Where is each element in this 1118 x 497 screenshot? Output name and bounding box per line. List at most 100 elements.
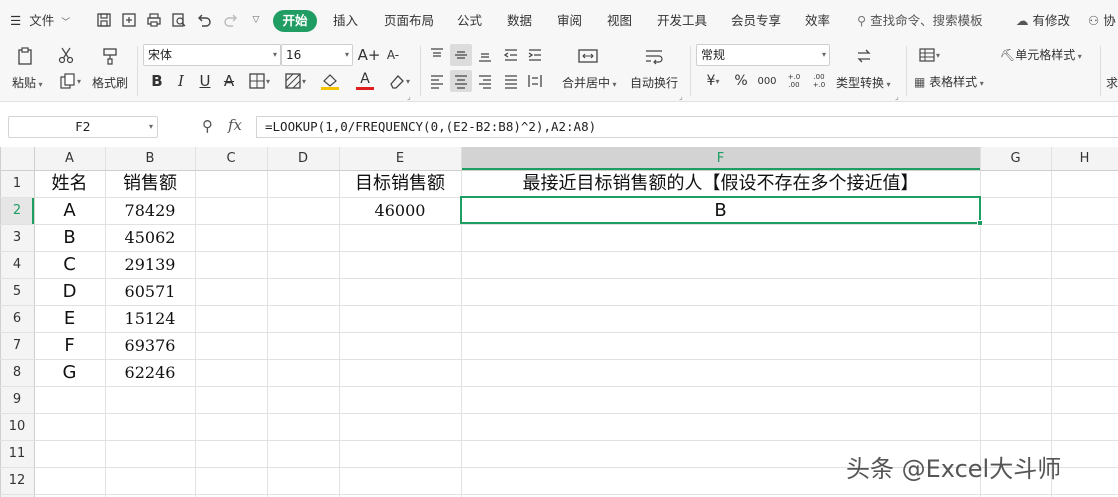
currency-button[interactable]: ¥ ▾	[700, 70, 726, 92]
grow-font-button[interactable]: A+	[358, 44, 381, 66]
cell-a5[interactable]: D	[34, 278, 105, 305]
paste-button[interactable]: 粘贴 ▾	[12, 74, 43, 91]
align-right-icon[interactable]	[474, 70, 496, 92]
wrap-text-button[interactable]: 自动换行	[630, 74, 678, 91]
font-size-select[interactable]: 16 ▾	[281, 44, 353, 66]
alignment-dialog-launcher-icon[interactable]: ⌟	[679, 92, 683, 101]
cell-b1[interactable]: 销售额	[105, 170, 195, 197]
file-menu[interactable]: ☰ 文件 ﹀	[10, 10, 70, 32]
number-dialog-launcher-icon[interactable]: ⌟	[895, 92, 899, 101]
tab-view[interactable]: 视图	[607, 10, 632, 32]
cell-a3[interactable]: B	[34, 224, 105, 251]
cell-e2[interactable]: 46000	[339, 197, 461, 224]
font-color-button[interactable]: A	[350, 70, 380, 92]
column-header-a[interactable]: A	[34, 147, 105, 170]
row-header-8[interactable]: 8	[0, 359, 34, 386]
row-header-7[interactable]: 7	[0, 332, 34, 359]
align-bottom-icon[interactable]	[474, 44, 496, 66]
row-header-1[interactable]: 1	[0, 170, 34, 197]
bold-button[interactable]: B	[148, 70, 166, 92]
copy-icon[interactable]: ▾	[55, 70, 85, 92]
underline-button[interactable]: U	[196, 70, 214, 92]
strikethrough-button[interactable]: A	[220, 70, 238, 92]
tab-formulas[interactable]: 公式	[457, 10, 482, 32]
borders-icon[interactable]: ▾	[244, 70, 274, 92]
row-header-10[interactable]: 10	[0, 413, 34, 440]
tab-developer[interactable]: 开发工具	[657, 10, 707, 32]
fill-handle[interactable]	[977, 220, 983, 226]
column-header-g[interactable]: G	[980, 147, 1051, 170]
table-style-button[interactable]: ▦ 表格样式 ▾	[914, 73, 984, 90]
row-header-9[interactable]: 9	[0, 386, 34, 413]
paste-icon[interactable]	[12, 44, 38, 68]
cell-b8[interactable]: 62246	[105, 359, 195, 386]
merge-center-icon[interactable]	[574, 44, 602, 68]
tab-efficiency[interactable]: 效率	[805, 10, 830, 32]
undo-icon[interactable]	[195, 11, 213, 29]
column-header-c[interactable]: C	[195, 147, 267, 170]
column-header-b[interactable]: B	[105, 147, 195, 170]
cell-a8[interactable]: G	[34, 359, 105, 386]
cell-a1[interactable]: 姓名	[34, 170, 105, 197]
insert-function-button[interactable]: fx	[228, 116, 242, 134]
increase-decimal-button[interactable]: +.0 .00	[783, 70, 805, 92]
changes-button[interactable]: ☁ 有修改	[1016, 10, 1070, 32]
cell-b2[interactable]: 78429	[105, 197, 195, 224]
print-preview-icon[interactable]	[170, 11, 188, 29]
cell-a4[interactable]: C	[34, 251, 105, 278]
row-header-3[interactable]: 3	[0, 224, 34, 251]
row-header-12[interactable]: 12	[0, 467, 34, 494]
row-header-5[interactable]: 5	[0, 278, 34, 305]
distributed-align-icon[interactable]	[524, 70, 546, 92]
cell-b6[interactable]: 15124	[105, 305, 195, 332]
align-middle-icon[interactable]	[450, 44, 472, 66]
column-header-f[interactable]: F	[461, 147, 980, 170]
collab-button[interactable]: ⚇ 协	[1088, 10, 1116, 32]
cell-b5[interactable]: 60571	[105, 278, 195, 305]
cell-a6[interactable]: E	[34, 305, 105, 332]
font-name-select[interactable]: 宋体 ▾	[143, 44, 281, 66]
conditional-format-icon[interactable]: ▾	[914, 44, 944, 66]
percent-button[interactable]: %	[732, 70, 750, 92]
increase-indent-icon[interactable]	[524, 44, 546, 66]
format-painter-icon[interactable]	[98, 44, 122, 68]
column-header-d[interactable]: D	[267, 147, 339, 170]
align-left-icon[interactable]	[426, 70, 448, 92]
cell-effects-icon[interactable]: ▾	[280, 70, 310, 92]
align-top-icon[interactable]	[426, 44, 448, 66]
row-header-11[interactable]: 11	[0, 440, 34, 467]
name-box[interactable]: F2 ▾	[8, 116, 158, 138]
type-convert-button[interactable]: 类型转换 ▾	[836, 74, 891, 91]
cut-icon[interactable]	[55, 44, 77, 66]
column-header-e[interactable]: E	[339, 147, 461, 170]
tab-member[interactable]: 会员专享	[731, 10, 781, 32]
italic-button[interactable]: I	[172, 70, 190, 92]
print-icon[interactable]	[145, 11, 163, 29]
row-header-2[interactable]: 2	[0, 197, 34, 224]
wrap-text-icon[interactable]	[640, 44, 668, 68]
fill-color-icon[interactable]	[314, 70, 346, 92]
shrink-font-button[interactable]: A-	[384, 44, 402, 66]
cell-b4[interactable]: 29139	[105, 251, 195, 278]
row-header-4[interactable]: 4	[0, 251, 34, 278]
formula-input[interactable]: =LOOKUP(1,0/FREQUENCY(0,(E2-B2:B8)^2),A2…	[256, 116, 1118, 138]
export-icon[interactable]	[120, 11, 138, 29]
decrease-indent-icon[interactable]	[500, 44, 522, 66]
redo-icon[interactable]	[222, 11, 240, 29]
cell-a2[interactable]: A	[34, 197, 105, 224]
tab-review[interactable]: 审阅	[557, 10, 582, 32]
eraser-icon[interactable]: ▾	[384, 70, 414, 92]
tab-insert[interactable]: 插入	[333, 10, 358, 32]
tab-page-layout[interactable]: 页面布局	[384, 10, 434, 32]
type-convert-icon[interactable]	[850, 44, 878, 68]
cell-e1[interactable]: 目标销售额	[339, 170, 461, 197]
cell-a7[interactable]: F	[34, 332, 105, 359]
zoom-formula-icon[interactable]: ⚲	[202, 117, 213, 135]
tab-start[interactable]: 开始	[273, 10, 317, 32]
align-center-icon[interactable]	[450, 70, 472, 92]
justify-icon[interactable]	[500, 70, 522, 92]
quick-access-dropdown-icon[interactable]: ▽	[247, 11, 265, 29]
column-header-h[interactable]: H	[1051, 147, 1118, 170]
save-icon[interactable]	[95, 11, 113, 29]
decrease-decimal-button[interactable]: .00 +.0	[808, 70, 830, 92]
